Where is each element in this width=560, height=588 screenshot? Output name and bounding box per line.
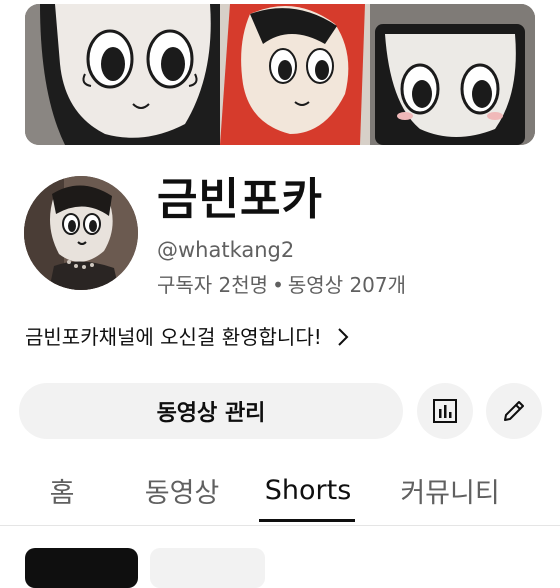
channel-description-row[interactable]: 금빈포카채널에 오신걸 환영합니다! — [25, 323, 350, 351]
tab-videos[interactable]: 동영상 — [128, 455, 236, 525]
filter-chip[interactable] — [150, 548, 265, 588]
bar-chart-icon — [433, 399, 457, 423]
analytics-button[interactable] — [417, 383, 473, 439]
tab-shorts[interactable]: Shorts — [252, 455, 364, 525]
channel-description: 금빈포카채널에 오신걸 환영합니다! — [25, 325, 322, 349]
channel-banner — [25, 4, 535, 145]
tab-home[interactable]: 홈 — [20, 455, 104, 525]
subscriber-count: 구독자 2천명 — [157, 273, 269, 297]
channel-stats: 구독자 2천명 • 동영상 207개 — [157, 271, 406, 299]
video-count: 동영상 207개 — [287, 273, 407, 297]
active-tab-indicator — [259, 519, 355, 522]
channel-name: 금빈포카 — [157, 174, 323, 225]
filter-chip-selected[interactable] — [25, 548, 138, 588]
manage-videos-button[interactable]: 동영상 관리 — [19, 383, 403, 439]
tab-community[interactable]: 커뮤니티 — [382, 455, 518, 525]
pencil-icon — [504, 401, 524, 421]
avatar[interactable] — [24, 176, 138, 290]
channel-tabs: 홈 동영상 Shorts 커뮤니티 — [0, 455, 560, 526]
channel-handle: @whatkang2 — [157, 238, 295, 262]
stats-separator: • — [272, 273, 284, 297]
edit-channel-button[interactable] — [486, 383, 542, 439]
chevron-right-icon — [338, 328, 349, 346]
